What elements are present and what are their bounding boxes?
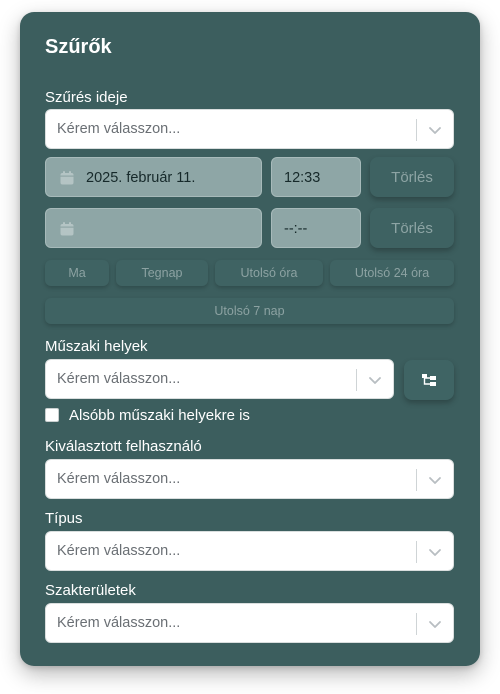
from-time-field[interactable]: 12:33 bbox=[271, 157, 361, 197]
from-date-value: 2025. február 11. bbox=[86, 170, 196, 186]
chevron-down-icon[interactable] bbox=[427, 616, 443, 632]
select-separator bbox=[416, 541, 417, 563]
time-select-placeholder: Kérem válasszon... bbox=[57, 121, 181, 137]
type-label: Típus bbox=[45, 510, 83, 527]
user-select[interactable]: Kérem válasszon... bbox=[45, 459, 454, 499]
fields-label: Szakterületek bbox=[45, 582, 136, 599]
chevron-down-icon[interactable] bbox=[427, 472, 443, 488]
clear-from-button[interactable]: Törlés bbox=[370, 157, 454, 197]
location-tree-button[interactable] bbox=[404, 360, 454, 400]
from-time-value: 12:33 bbox=[284, 170, 321, 186]
to-time-field[interactable]: --:-- bbox=[271, 208, 361, 248]
chevron-down-icon[interactable] bbox=[367, 372, 383, 388]
quick-range-last-24h[interactable]: Utolsó 24 óra bbox=[330, 260, 454, 286]
quick-range-last-hour[interactable]: Utolsó óra bbox=[215, 260, 323, 286]
select-separator bbox=[416, 119, 417, 141]
to-date-field[interactable] bbox=[45, 208, 262, 248]
user-select-placeholder: Kérem válasszon... bbox=[57, 471, 181, 487]
user-label: Kiválasztott felhasználó bbox=[45, 438, 202, 455]
chevron-down-icon[interactable] bbox=[427, 544, 443, 560]
select-separator bbox=[416, 613, 417, 635]
quick-range-yesterday[interactable]: Tegnap bbox=[116, 260, 208, 286]
time-label: Szűrés ideje bbox=[45, 89, 128, 106]
type-select[interactable]: Kérem válasszon... bbox=[45, 531, 454, 571]
to-time-value: --:-- bbox=[284, 221, 308, 237]
locations-select-placeholder: Kérem válasszon... bbox=[57, 371, 181, 387]
locations-select[interactable]: Kérem válasszon... bbox=[45, 359, 394, 399]
locations-label: Műszaki helyek bbox=[45, 338, 148, 355]
include-sub-locations-checkbox[interactable] bbox=[45, 408, 59, 422]
from-date-field[interactable]: 2025. február 11. bbox=[45, 157, 262, 197]
fields-select[interactable]: Kérem válasszon... bbox=[45, 603, 454, 643]
include-sub-locations-label: Alsóbb műszaki helyekre is bbox=[69, 407, 250, 424]
type-select-placeholder: Kérem válasszon... bbox=[57, 543, 181, 559]
time-select[interactable]: Kérem válasszon... bbox=[45, 109, 454, 149]
panel-title: Szűrők bbox=[45, 36, 112, 58]
clear-to-button[interactable]: Törlés bbox=[370, 208, 454, 248]
quick-range-today[interactable]: Ma bbox=[45, 260, 109, 286]
select-separator bbox=[356, 369, 357, 391]
hierarchy-icon bbox=[422, 374, 436, 386]
filters-panel: Szűrők Szűrés ideje Kérem válasszon... 2… bbox=[20, 12, 480, 666]
chevron-down-icon[interactable] bbox=[427, 122, 443, 138]
calendar-icon bbox=[60, 222, 74, 236]
quick-range-last-7-days[interactable]: Utolsó 7 nap bbox=[45, 298, 454, 324]
fields-select-placeholder: Kérem válasszon... bbox=[57, 615, 181, 631]
calendar-icon bbox=[60, 171, 74, 185]
select-separator bbox=[416, 469, 417, 491]
